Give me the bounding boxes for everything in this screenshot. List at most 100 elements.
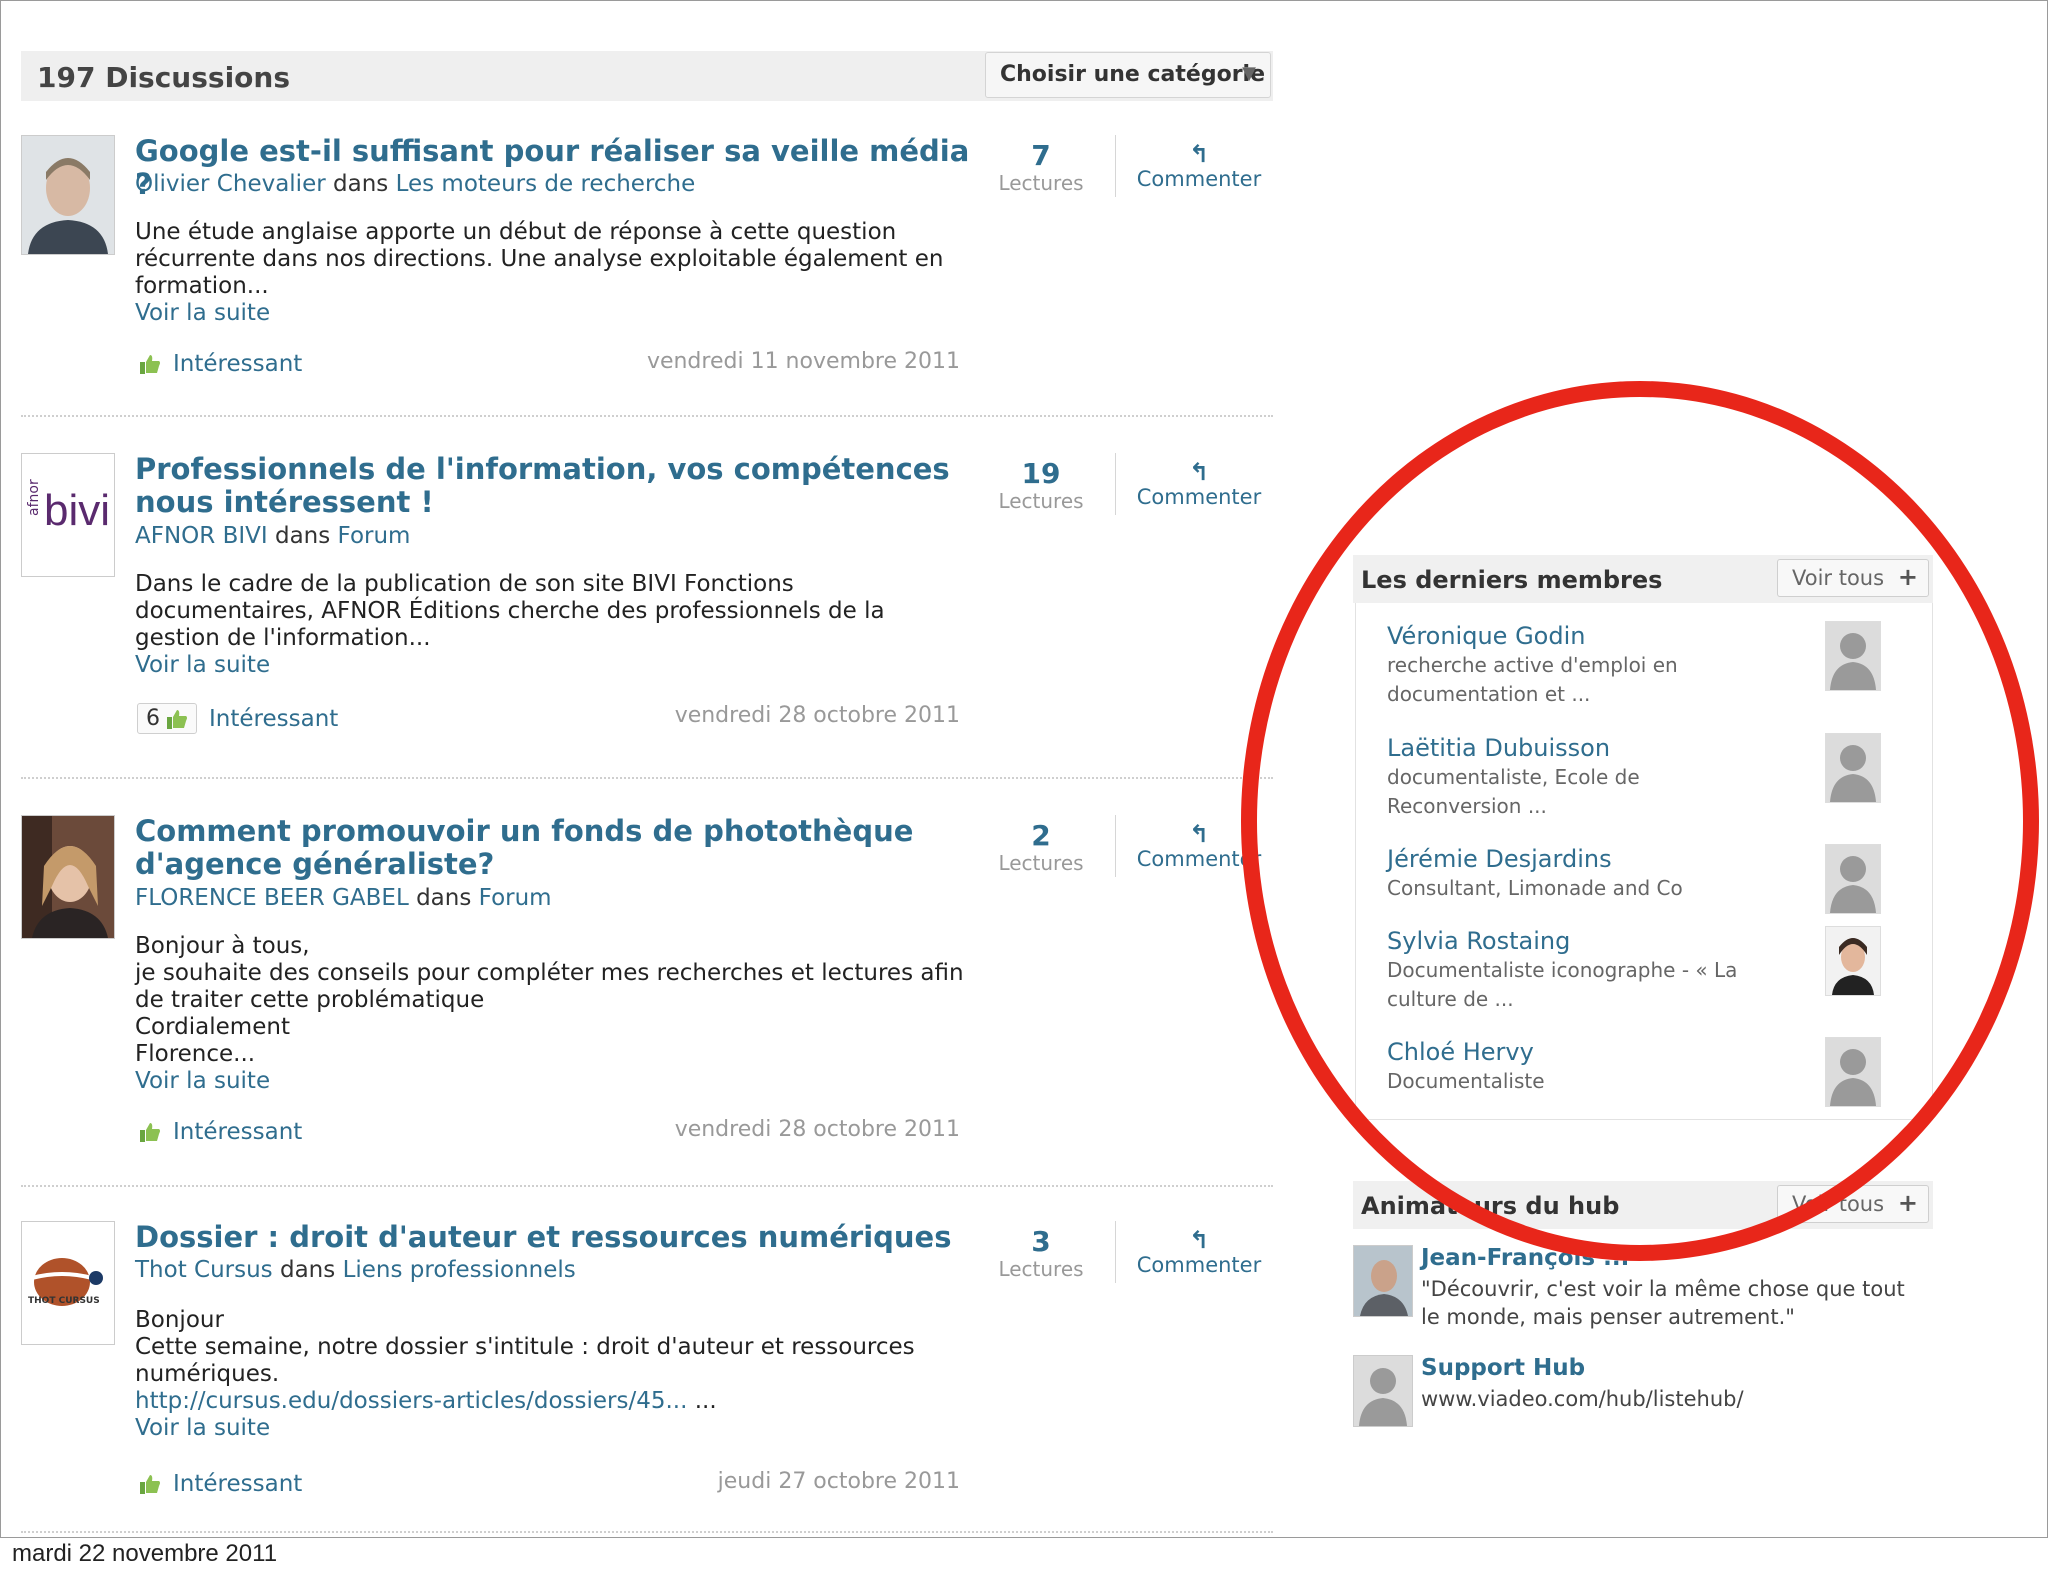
reads-stat: 3 Lectures: [991, 1225, 1091, 1282]
comment-button[interactable]: ↰ Commenter: [1129, 141, 1269, 191]
excerpt-line: documentaires, AFNOR Éditions cherche de…: [135, 598, 885, 624]
excerpt-line: je souhaite des conseils pour compléter …: [135, 960, 964, 986]
reads-label: Lectures: [998, 489, 1084, 513]
interesting-button[interactable]: Intéressant: [139, 1119, 302, 1145]
read-more-link[interactable]: Voir la suite: [135, 300, 995, 327]
divider: [1115, 135, 1116, 197]
category-dropdown[interactable]: Choisir une catégorie ▼: [985, 52, 1271, 98]
discussion-title[interactable]: Professionnels de l'information, vos com…: [135, 453, 985, 519]
byline-dans: dans: [333, 171, 389, 197]
member-avatar[interactable]: [1825, 1037, 1881, 1107]
category-link[interactable]: Forum: [479, 885, 552, 911]
thumbs-up-icon: [167, 709, 187, 729]
read-more-link[interactable]: Voir la suite: [135, 652, 995, 679]
reads-count: 7: [1031, 139, 1051, 172]
plus-icon: +: [1897, 563, 1918, 591]
animator-avatar[interactable]: [1353, 1355, 1413, 1427]
discussion-item: afnor bivi Professionnels de l'informati…: [21, 453, 1273, 773]
discussion-excerpt: Bonjour à tous, je souhaite des conseils…: [135, 933, 995, 1095]
interesting-label: Intéressant: [173, 1471, 303, 1497]
member-item: Sylvia Rostaing Documentaliste iconograp…: [1387, 926, 1927, 1014]
discussion-item: THOT CURSUS Dossier : droit d'auteur et …: [21, 1221, 1273, 1511]
reply-icon: ↰: [1188, 458, 1210, 486]
author-link[interactable]: AFNOR BIVI: [135, 523, 268, 549]
member-desc: Documentaliste: [1387, 1069, 1545, 1093]
member-avatar[interactable]: [1825, 844, 1881, 914]
interesting-button[interactable]: 6 Intéressant: [137, 703, 338, 734]
default-user-icon: [1826, 734, 1880, 802]
divider: [1115, 815, 1116, 877]
animator-name[interactable]: Jean-François ...: [1421, 1245, 1629, 1271]
category-link[interactable]: Forum: [338, 523, 411, 549]
author-avatar[interactable]: [21, 815, 115, 939]
thumbs-up-icon: [140, 1475, 160, 1494]
likes-count: 6: [146, 706, 160, 731]
interesting-label: Intéressant: [173, 351, 303, 377]
byline: FLORENCE BEER GABEL dans Forum: [135, 885, 552, 911]
discussion-excerpt: Bonjour Cette semaine, notre dossier s'i…: [135, 1307, 995, 1442]
comment-button[interactable]: ↰ Commenter: [1129, 459, 1269, 509]
interesting-button[interactable]: Intéressant: [139, 351, 302, 377]
member-avatar[interactable]: [1825, 926, 1881, 996]
thumbs-up-icon: [140, 355, 160, 374]
likes-count-box: 6: [137, 703, 197, 734]
thot-cursus-logo-icon: [22, 1222, 114, 1344]
author-avatar[interactable]: THOT CURSUS: [21, 1221, 115, 1345]
author-link[interactable]: Olivier Chevalier: [135, 171, 326, 197]
member-item: Jérémie Desjardins Consultant, Limonade …: [1387, 844, 1927, 914]
interesting-button[interactable]: Intéressant: [139, 1471, 302, 1497]
discussion-excerpt: Dans le cadre de la publication de son s…: [135, 571, 995, 679]
animator-name[interactable]: Support Hub: [1421, 1355, 1585, 1381]
member-avatar[interactable]: [1825, 621, 1881, 691]
see-all-animators-button[interactable]: Voir tous +: [1777, 1185, 1929, 1223]
read-more-link[interactable]: Voir la suite: [135, 1068, 995, 1095]
post-date: vendredi 11 novembre 2011: [646, 349, 960, 374]
comment-button[interactable]: ↰ Commenter: [1129, 821, 1269, 871]
interesting-label: Intéressant: [173, 1119, 303, 1145]
excerpt-line: formation...: [135, 273, 269, 299]
discussion-excerpt: Une étude anglaise apporte un début de r…: [135, 219, 995, 327]
discussions-header: 197 Discussions Choisir une catégorie ▼: [21, 51, 1273, 101]
reads-count: 19: [1021, 457, 1061, 490]
default-user-icon: [1354, 1356, 1412, 1426]
person-photo-icon: [22, 816, 114, 938]
reads-label: Lectures: [998, 851, 1084, 875]
discussions-count: 197 Discussions: [37, 61, 290, 94]
excerpt-line: gestion de l'information...: [135, 625, 431, 651]
category-link[interactable]: Les moteurs de recherche: [396, 171, 696, 197]
animator-avatar[interactable]: [1353, 1245, 1413, 1317]
default-user-icon: [1826, 622, 1880, 690]
excerpt-line: de traiter cette problématique: [135, 987, 485, 1013]
thumbs-up-icon: [140, 1123, 160, 1142]
comment-label: Commenter: [1136, 1253, 1262, 1277]
post-date: jeudi 27 octobre 2011: [717, 1469, 960, 1494]
author-avatar[interactable]: afnor bivi: [21, 453, 115, 577]
author-link[interactable]: FLORENCE BEER GABEL: [135, 885, 409, 911]
byline-dans: dans: [274, 523, 331, 549]
post-date: vendredi 28 octobre 2011: [674, 1117, 960, 1142]
comment-button[interactable]: ↰ Commenter: [1129, 1227, 1269, 1277]
comment-label: Commenter: [1136, 485, 1262, 509]
author-avatar[interactable]: [21, 135, 115, 255]
discussion-item: Google est-il suffisant pour réaliser sa…: [21, 135, 1273, 395]
reads-label: Lectures: [998, 1257, 1084, 1281]
separator: [21, 1531, 1273, 1533]
see-all-members-button[interactable]: Voir tous +: [1777, 559, 1929, 597]
category-link[interactable]: Liens professionnels: [343, 1257, 576, 1283]
byline-dans: dans: [279, 1257, 336, 1283]
read-more-link[interactable]: Voir la suite: [135, 1415, 995, 1442]
latest-members-title: Les derniers membres: [1361, 566, 1663, 594]
excerpt-line: Cordialement: [135, 1014, 290, 1040]
author-link[interactable]: Thot Cursus: [135, 1257, 273, 1283]
divider: [1115, 453, 1116, 515]
footer-date: mardi 22 novembre 2011: [12, 1540, 278, 1567]
discussion-title[interactable]: Dossier : droit d'auteur et ressources n…: [135, 1221, 985, 1254]
post-date: vendredi 28 octobre 2011: [674, 703, 960, 728]
separator: [21, 1185, 1273, 1187]
discussion-title[interactable]: Comment promouvoir un fonds de photothèq…: [135, 815, 985, 881]
member-desc: Consultant, Limonade and Co: [1387, 876, 1683, 900]
reads-count: 3: [1031, 1225, 1051, 1258]
member-avatar[interactable]: [1825, 733, 1881, 803]
dropdown-arrow-icon: ▼: [1242, 63, 1256, 84]
external-link[interactable]: http://cursus.edu/dossiers-articles/doss…: [135, 1388, 687, 1414]
